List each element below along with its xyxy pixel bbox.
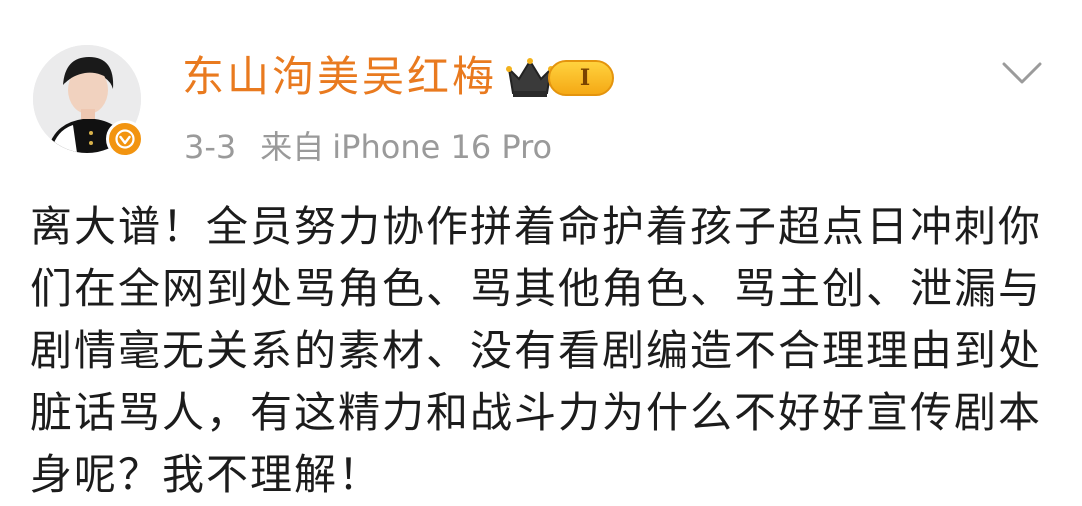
post-body-line: 们在全网到处骂角色、骂其他角色、骂主创、泄漏与 <box>30 264 1043 313</box>
post-body-line: 身呢？我不理解！ <box>30 450 383 499</box>
post-body-line: 离大谱！全员努力协作拼着命护着孩子超点日冲刺你 <box>30 202 1043 251</box>
post-body-line: 脏话骂人，有这精力和战斗力为什么不好好宣传剧本 <box>30 388 1043 437</box>
weibo-post-card: 东山洵美吴红梅 I 3-3 来自 iPhone 16 Pro 离大谱！全员努力协作拼… <box>0 0 1082 501</box>
post-body: 离大谱！全员努力协作拼着命护着孩子超点日冲刺你 们在全网到处骂角色、骂其他角色、… <box>30 196 1060 506</box>
level-badge[interactable]: I <box>548 60 614 96</box>
author-name[interactable]: 东山洵美吴红梅 <box>182 50 497 104</box>
chevron-down-icon[interactable] <box>1000 58 1044 88</box>
post-body-line: 剧情毫无关系的素材、没有看剧编造不合理理由到处 <box>30 326 1043 375</box>
source-device[interactable]: iPhone 16 Pro <box>332 128 552 166</box>
post-meta: 3-3 来自 iPhone 16 Pro <box>184 125 552 169</box>
post-date[interactable]: 3-3 <box>184 128 236 166</box>
source-prefix: 来自 <box>260 128 325 166</box>
verified-check-icon <box>106 120 144 158</box>
